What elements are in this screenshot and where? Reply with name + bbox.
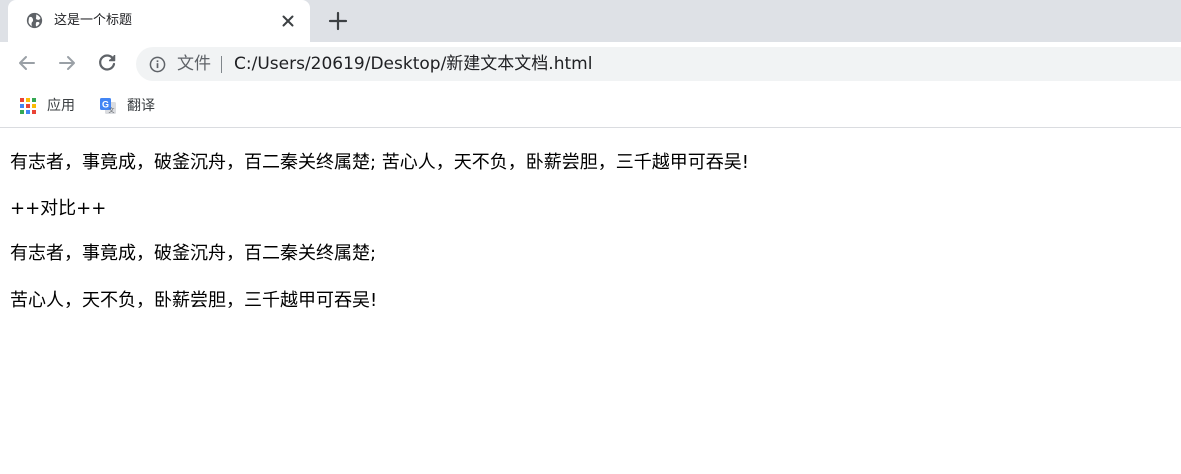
google-translate-icon: G 文 xyxy=(100,98,116,115)
url-text[interactable]: C:/Users/20619/Desktop/新建文本文档.html xyxy=(234,54,592,74)
paragraph: 有志者，事竟成，破釜沉舟，百二秦关终属楚; xyxy=(10,243,377,264)
bookmark-translate[interactable]: G 文 翻译 xyxy=(99,95,169,117)
reload-icon[interactable] xyxy=(95,51,119,75)
plus-icon[interactable] xyxy=(326,9,350,33)
globe-icon xyxy=(26,12,43,29)
apps-grid-icon xyxy=(20,98,36,114)
paragraph: 有志者，事竟成，破釜沉舟，百二秦关终属楚; 苦心人，天不负，卧薪尝胆，三千越甲可… xyxy=(10,152,749,173)
bookmark-label: 应用 xyxy=(47,98,75,114)
bookmark-apps[interactable]: 应用 xyxy=(19,95,89,117)
svg-text:文: 文 xyxy=(108,107,114,115)
tab-title: 这是一个标题 xyxy=(54,13,133,28)
tab-active[interactable]: 这是一个标题 xyxy=(8,0,310,42)
tab-strip: 这是一个标题 xyxy=(0,0,1181,42)
arrow-left-icon[interactable] xyxy=(15,51,39,75)
arrow-right-icon[interactable] xyxy=(55,51,79,75)
info-icon[interactable] xyxy=(149,56,166,73)
omnibox-separator xyxy=(221,56,222,73)
bookmark-label: 翻译 xyxy=(127,98,155,114)
page-content: 有志者，事竟成，破釜沉舟，百二秦关终属楚; 苦心人，天不负，卧薪尝胆，三千越甲可… xyxy=(0,128,1181,474)
paragraph: ++对比++ xyxy=(10,198,107,219)
bookmarks-bar: 应用 G 文 翻译 xyxy=(0,87,1181,128)
security-label: 文件 xyxy=(177,54,211,74)
paragraph: 苦心人，天不负，卧薪尝胆，三千越甲可吞吴! xyxy=(10,290,378,311)
browser-window: 这是一个标题 文件 C:/Users/20619/Desktop/新建文本文档.… xyxy=(0,0,1181,474)
address-bar[interactable]: 文件 C:/Users/20619/Desktop/新建文本文档.html xyxy=(136,47,1181,81)
toolbar: 文件 C:/Users/20619/Desktop/新建文本文档.html xyxy=(0,42,1181,87)
close-icon[interactable] xyxy=(279,12,297,30)
